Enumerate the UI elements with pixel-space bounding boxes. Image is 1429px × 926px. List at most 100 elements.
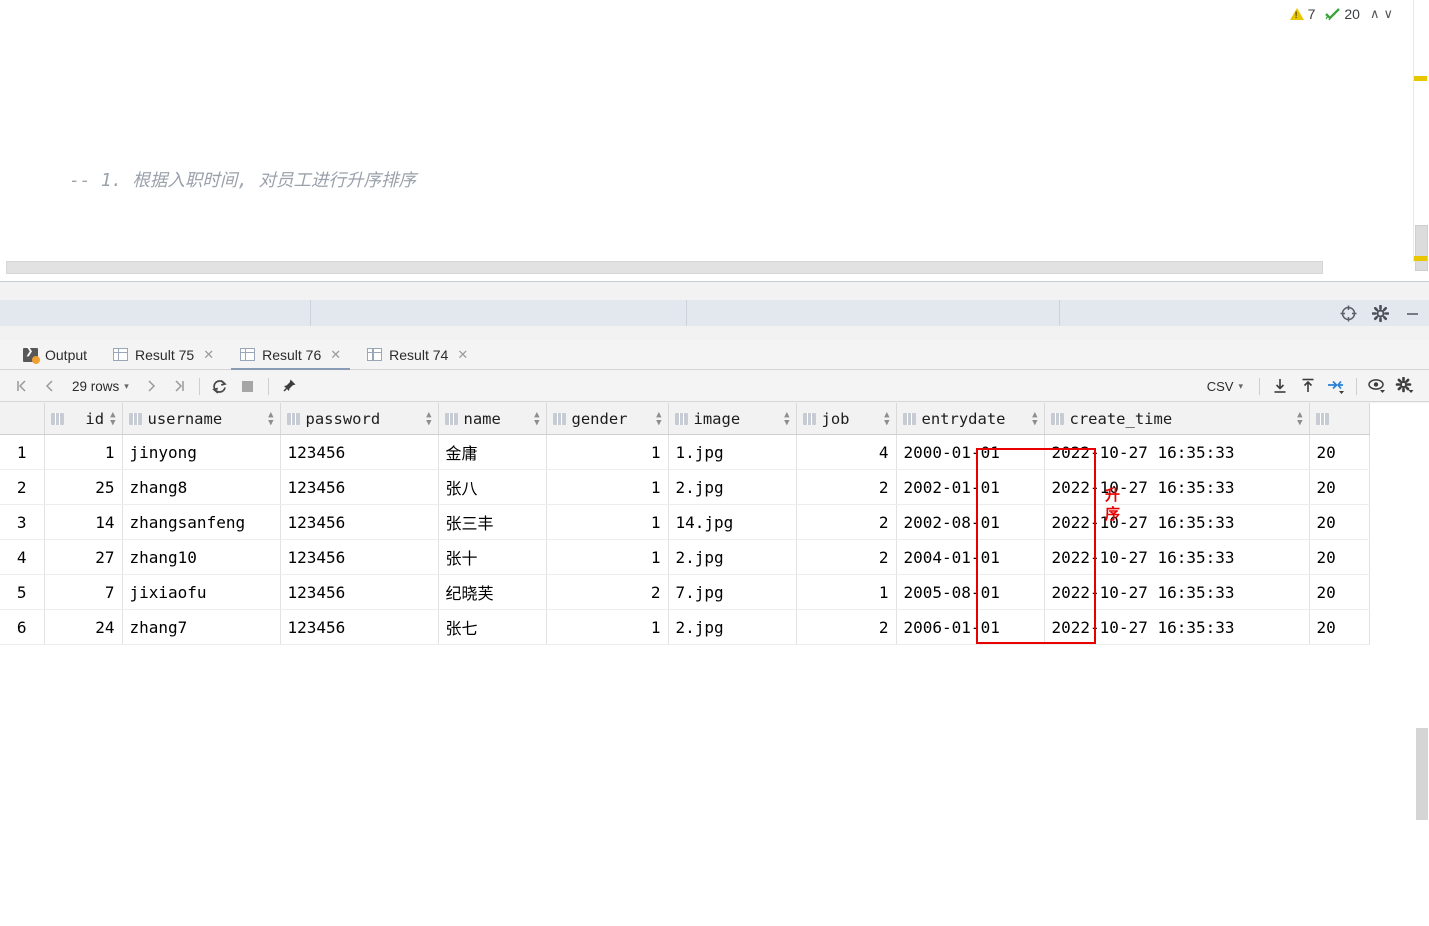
- row-number-cell[interactable]: 4: [0, 539, 45, 575]
- cell-username[interactable]: jixiaofu: [122, 574, 281, 610]
- gear-icon[interactable]: [1391, 373, 1419, 399]
- result-toolbar[interactable]: 29 rows ▾ CSV ▾: [0, 371, 1429, 402]
- cell-image[interactable]: 2.jpg: [668, 469, 797, 505]
- cell-name[interactable]: 金庸: [438, 434, 547, 470]
- cell-create-time[interactable]: 2022-10-27 16:35:33: [1044, 574, 1310, 610]
- compare-icon[interactable]: [1322, 373, 1350, 399]
- table-row[interactable]: 1 1 jinyong 123456 金庸 1 1.jpg 4 2000-01-01 2022-1…: [0, 434, 1370, 470]
- cell-password[interactable]: 123456: [280, 434, 439, 470]
- row-number-cell[interactable]: 1: [0, 434, 45, 470]
- last-page-icon[interactable]: [165, 373, 193, 399]
- minimize-icon[interactable]: [1403, 304, 1421, 322]
- cell-id[interactable]: 27: [44, 539, 123, 575]
- cell-job[interactable]: 1: [796, 574, 897, 610]
- cell-gender[interactable]: 2: [546, 574, 669, 610]
- cell-username[interactable]: jinyong: [122, 434, 281, 470]
- cell-username[interactable]: zhang8: [122, 469, 281, 505]
- cell-update-time[interactable]: 20: [1309, 574, 1370, 610]
- table-row[interactable]: 6 24 zhang7 123456 张七 1 2.jpg 2 2006-01-01 2022-1…: [0, 609, 1370, 645]
- cell-image[interactable]: 2.jpg: [668, 609, 797, 645]
- cell-create-time[interactable]: 2022-10-27 16:35:33: [1044, 504, 1310, 540]
- inspection-prev-button[interactable]: ∧: [1370, 6, 1380, 22]
- cell-username[interactable]: zhang10: [122, 539, 281, 575]
- sort-arrows-icon[interactable]: ▲ ▼: [656, 410, 661, 427]
- tab-result-75[interactable]: Result 75 ✕: [100, 340, 227, 370]
- column-header-name[interactable]: name ▲ ▼: [438, 403, 547, 435]
- column-header-username[interactable]: username ▲ ▼: [122, 403, 281, 435]
- cell-id[interactable]: 25: [44, 469, 123, 505]
- sql-editor[interactable]: -- 1. 根据入职时间, 对员工进行升序排序 select id, usern…: [0, 0, 1429, 280]
- cell-entrydate[interactable]: 2002-01-01: [896, 469, 1045, 505]
- sort-arrows-icon[interactable]: ▲ ▼: [884, 410, 889, 427]
- row-number-cell[interactable]: 5: [0, 574, 45, 610]
- cell-update-time[interactable]: 20: [1309, 434, 1370, 470]
- column-header-id[interactable]: id ▲ ▼: [44, 403, 123, 435]
- first-page-icon[interactable]: [8, 373, 36, 399]
- sort-arrows-icon[interactable]: ▲ ▼: [268, 410, 273, 427]
- column-header-password[interactable]: password ▲ ▼: [280, 403, 439, 435]
- upload-icon[interactable]: [1294, 373, 1322, 399]
- inspection-widget[interactable]: 7 20 ∧ ∨: [1289, 6, 1393, 22]
- cell-create-time[interactable]: 2022-10-27 16:35:33: [1044, 434, 1310, 470]
- cell-update-time[interactable]: 20: [1309, 504, 1370, 540]
- refresh-icon[interactable]: [206, 373, 234, 399]
- table-row[interactable]: 3 14 zhangsanfeng 123456 张三丰 1 14.jpg 2 2002-08-…: [0, 504, 1370, 540]
- row-number-cell[interactable]: 6: [0, 609, 45, 645]
- cell-id[interactable]: 14: [44, 504, 123, 540]
- cell-id[interactable]: 24: [44, 609, 123, 645]
- settings-icon[interactable]: [1371, 304, 1389, 322]
- grid-vertical-scrollbar[interactable]: [1416, 728, 1429, 926]
- warning-marker-icon[interactable]: [1414, 256, 1427, 261]
- sort-arrows-icon[interactable]: ▲ ▼: [426, 410, 431, 427]
- sql-code-area[interactable]: -- 1. 根据入职时间, 对员工进行升序排序 select id, usern…: [0, 0, 1400, 262]
- sort-arrows-icon[interactable]: ▲ ▼: [784, 410, 789, 427]
- cell-password[interactable]: 123456: [280, 504, 439, 540]
- column-header-update-time[interactable]: [1309, 403, 1370, 435]
- cell-password[interactable]: 123456: [280, 539, 439, 575]
- cell-gender[interactable]: 1: [546, 504, 669, 540]
- results-tab-bar[interactable]: Output Result 75 ✕ Result 76 ✕ Result 74…: [0, 340, 1429, 370]
- pin-icon[interactable]: [275, 373, 303, 399]
- inspection-next-button[interactable]: ∨: [1383, 6, 1393, 22]
- cell-name[interactable]: 张八: [438, 469, 547, 505]
- column-header-job[interactable]: job ▲ ▼: [796, 403, 897, 435]
- cell-gender[interactable]: 1: [546, 469, 669, 505]
- cell-id[interactable]: 1: [44, 434, 123, 470]
- sort-arrows-icon[interactable]: ▲ ▼: [110, 410, 115, 427]
- cell-gender[interactable]: 1: [546, 434, 669, 470]
- cell-entrydate[interactable]: 2005-08-01: [896, 574, 1045, 610]
- column-header-gender[interactable]: gender ▲ ▼: [546, 403, 669, 435]
- cell-job[interactable]: 2: [796, 504, 897, 540]
- table-row[interactable]: 5 7 jixiaofu 123456 纪晓芙 2 7.jpg 1 2005-08-01 2022…: [0, 574, 1370, 610]
- row-number-cell[interactable]: 2: [0, 469, 45, 505]
- cell-job[interactable]: 2: [796, 539, 897, 575]
- close-icon[interactable]: ✕: [457, 347, 468, 363]
- export-format-dropdown[interactable]: CSV ▾: [1197, 379, 1253, 394]
- tab-result-76[interactable]: Result 76 ✕: [227, 340, 354, 370]
- prev-page-icon[interactable]: [36, 373, 64, 399]
- warning-marker-icon[interactable]: [1414, 76, 1427, 81]
- close-icon[interactable]: ✕: [330, 347, 341, 363]
- sort-arrows-icon[interactable]: ▲ ▼: [1032, 410, 1037, 427]
- column-header-create-time[interactable]: create_time ▲ ▼: [1044, 403, 1310, 435]
- results-grid[interactable]: id ▲ ▼ username ▲ ▼ password ▲ ▼ name ▲ ▼ gender…: [0, 403, 1429, 645]
- cell-image[interactable]: 1.jpg: [668, 434, 797, 470]
- stop-icon[interactable]: [234, 373, 262, 399]
- cell-entrydate[interactable]: 2000-01-01: [896, 434, 1045, 470]
- cell-job[interactable]: 2: [796, 469, 897, 505]
- cell-job[interactable]: 2: [796, 609, 897, 645]
- cell-image[interactable]: 2.jpg: [668, 539, 797, 575]
- cell-job[interactable]: 4: [796, 434, 897, 470]
- cell-name[interactable]: 张十: [438, 539, 547, 575]
- cell-password[interactable]: 123456: [280, 469, 439, 505]
- grid-scrollbar-thumb[interactable]: [1416, 728, 1428, 820]
- cell-password[interactable]: 123456: [280, 609, 439, 645]
- row-count-dropdown[interactable]: 29 rows ▾: [64, 379, 137, 394]
- sort-arrows-icon[interactable]: ▲ ▼: [534, 410, 539, 427]
- cell-id[interactable]: 7: [44, 574, 123, 610]
- cell-image[interactable]: 7.jpg: [668, 574, 797, 610]
- table-row[interactable]: 2 25 zhang8 123456 张八 1 2.jpg 2 2002-01-01 2022-1…: [0, 469, 1370, 505]
- cell-entrydate[interactable]: 2006-01-01: [896, 609, 1045, 645]
- sort-arrows-icon[interactable]: ▲ ▼: [1297, 410, 1302, 427]
- cell-name[interactable]: 纪晓芙: [438, 574, 547, 610]
